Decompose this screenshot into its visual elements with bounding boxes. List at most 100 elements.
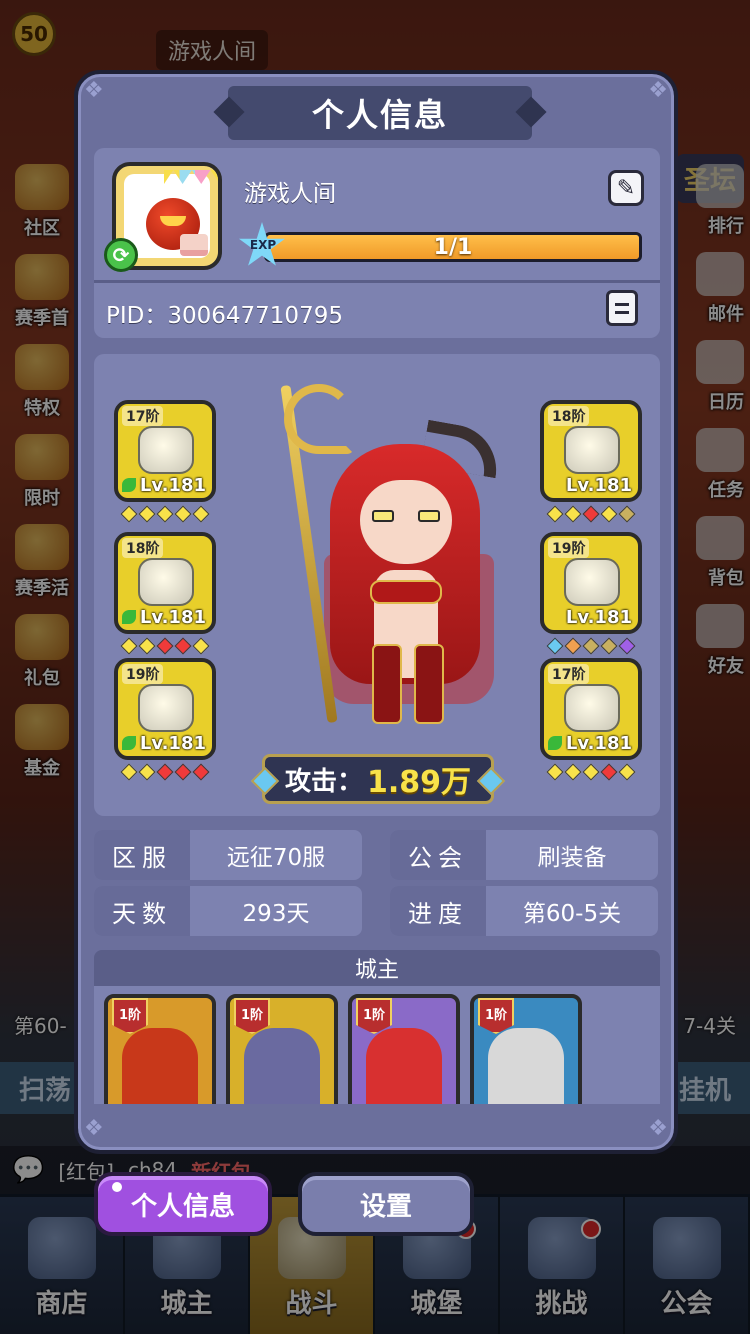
gem-icon bbox=[138, 763, 156, 781]
lord-portrait bbox=[366, 1028, 442, 1104]
equip-slot-necklace[interactable]: 17阶 Lv.181 bbox=[540, 658, 642, 760]
gem-row bbox=[540, 637, 642, 655]
tab-personal-info[interactable]: 个人信息 bbox=[94, 1172, 272, 1236]
gem-icon bbox=[582, 637, 600, 655]
gem-row bbox=[114, 505, 216, 523]
gem-icon bbox=[618, 505, 636, 523]
leaf-icon bbox=[122, 610, 136, 624]
gem-icon bbox=[192, 763, 210, 781]
level-label: Lv.181 bbox=[139, 607, 206, 628]
gem-icon bbox=[564, 763, 582, 781]
leaf-icon bbox=[548, 736, 562, 750]
gem-icon bbox=[600, 505, 618, 523]
info-guild: 公会 刷装备 bbox=[390, 830, 658, 880]
level-label: Lv.181 bbox=[139, 475, 206, 496]
gem-icon bbox=[618, 763, 636, 781]
weapon-icon bbox=[564, 426, 620, 474]
equip-slot-hat[interactable]: 17阶 Lv.181 bbox=[114, 400, 216, 502]
equip-slot-ring[interactable]: 19阶 Lv.181 bbox=[540, 532, 642, 634]
edit-name-icon[interactable]: ✎ bbox=[608, 170, 644, 206]
gem-icon bbox=[546, 637, 564, 655]
exp-value: 1/1 bbox=[433, 234, 473, 260]
equip-slot-weapon[interactable]: 18阶 Lv.181 bbox=[540, 400, 642, 502]
leaf-icon bbox=[122, 478, 136, 492]
gem-icon bbox=[564, 637, 582, 655]
gem-icon bbox=[138, 637, 156, 655]
attack-label: 攻击： bbox=[284, 766, 363, 797]
gem-icon bbox=[546, 505, 564, 523]
hero-boot bbox=[414, 644, 444, 724]
tier-label: 17阶 bbox=[548, 664, 590, 684]
hero-face bbox=[360, 480, 452, 564]
info-key: 公会 bbox=[390, 830, 486, 880]
tier-label: 18阶 bbox=[122, 538, 164, 558]
lord-portrait bbox=[122, 1028, 198, 1104]
leaf-icon bbox=[122, 736, 136, 750]
info-progress: 进度 第60-5关 bbox=[390, 886, 658, 936]
gem-icon bbox=[564, 505, 582, 523]
player-id: PID：300647710795 bbox=[106, 303, 343, 329]
gem-icon bbox=[600, 763, 618, 781]
gem-icon bbox=[618, 637, 636, 655]
lord-card[interactable]: 1阶 bbox=[104, 994, 216, 1104]
armor-icon bbox=[138, 558, 194, 606]
level-label: Lv.181 bbox=[139, 733, 206, 754]
gem-icon bbox=[582, 763, 600, 781]
tab-label: 设置 bbox=[359, 1191, 412, 1222]
gem-icon bbox=[192, 637, 210, 655]
info-key: 天数 bbox=[94, 886, 190, 936]
profile-section: ⟳ 游戏人间 ✎ 1/1 EXP PID：300647710795 bbox=[94, 148, 660, 338]
lord-section-title: 城主 bbox=[94, 950, 660, 986]
level-label: Lv.181 bbox=[565, 607, 632, 628]
hero-eye bbox=[418, 510, 440, 522]
lord-card[interactable]: 1阶 bbox=[226, 994, 338, 1104]
player-name: 游戏人间 bbox=[244, 181, 336, 207]
lord-card[interactable]: 1阶 bbox=[348, 994, 460, 1104]
ornament-icon: ❖ bbox=[84, 78, 104, 103]
level-label: Lv.181 bbox=[565, 475, 632, 496]
equip-slot-boots[interactable]: 19阶 Lv.181 bbox=[114, 658, 216, 760]
equip-slot-armor[interactable]: 18阶 Lv.181 bbox=[114, 532, 216, 634]
info-value: 远征70服 bbox=[226, 845, 326, 871]
ornament-icon: ❖ bbox=[648, 1116, 668, 1141]
hero-eye bbox=[372, 510, 394, 522]
tab-settings[interactable]: 设置 bbox=[298, 1172, 474, 1236]
lord-card[interactable]: 1阶 bbox=[470, 994, 582, 1104]
hero-armor bbox=[370, 580, 442, 604]
equipment-section: 17阶 Lv.181 18阶 Lv.181 19阶 Lv.181 18阶 Lv.… bbox=[94, 354, 660, 816]
info-key: 进度 bbox=[390, 886, 486, 936]
lord-card-list[interactable]: 1阶 1阶 1阶 1阶 bbox=[94, 986, 660, 1104]
gem-icon bbox=[120, 505, 138, 523]
gem-row bbox=[114, 637, 216, 655]
ornament-icon: ❖ bbox=[648, 78, 668, 103]
gem-icon bbox=[600, 637, 618, 655]
info-key: 区服 bbox=[94, 830, 190, 880]
info-value: 第60-5关 bbox=[522, 901, 622, 927]
exp-progress-bar: 1/1 bbox=[264, 232, 642, 262]
active-dot bbox=[112, 1182, 122, 1192]
gem-icon bbox=[156, 505, 174, 523]
cake-icon bbox=[180, 234, 208, 256]
gem-icon bbox=[192, 505, 210, 523]
gem-icon bbox=[174, 505, 192, 523]
info-server: 区服 远征70服 bbox=[94, 830, 362, 880]
gem-icon bbox=[120, 763, 138, 781]
tier-label: 17阶 bbox=[122, 406, 164, 426]
copy-pid-icon[interactable] bbox=[606, 290, 638, 326]
swap-avatar-icon[interactable]: ⟳ bbox=[104, 238, 138, 272]
attack-power: 攻击： 1.89万 bbox=[262, 754, 494, 804]
tab-label: 个人信息 bbox=[130, 1191, 235, 1222]
tier-label: 19阶 bbox=[122, 664, 164, 684]
gem-icon bbox=[156, 637, 174, 655]
lord-portrait bbox=[244, 1028, 320, 1104]
gem-icon bbox=[582, 505, 600, 523]
gem-icon bbox=[174, 763, 192, 781]
hero-staff-head bbox=[284, 384, 354, 454]
exp-label: EXP bbox=[249, 238, 277, 252]
info-days: 天数 293天 bbox=[94, 886, 362, 936]
boots-icon bbox=[138, 684, 194, 732]
lord-portrait bbox=[488, 1028, 564, 1104]
hero-boot bbox=[372, 644, 402, 724]
attack-value: 1.89万 bbox=[366, 765, 472, 800]
tier-label: 18阶 bbox=[548, 406, 590, 426]
